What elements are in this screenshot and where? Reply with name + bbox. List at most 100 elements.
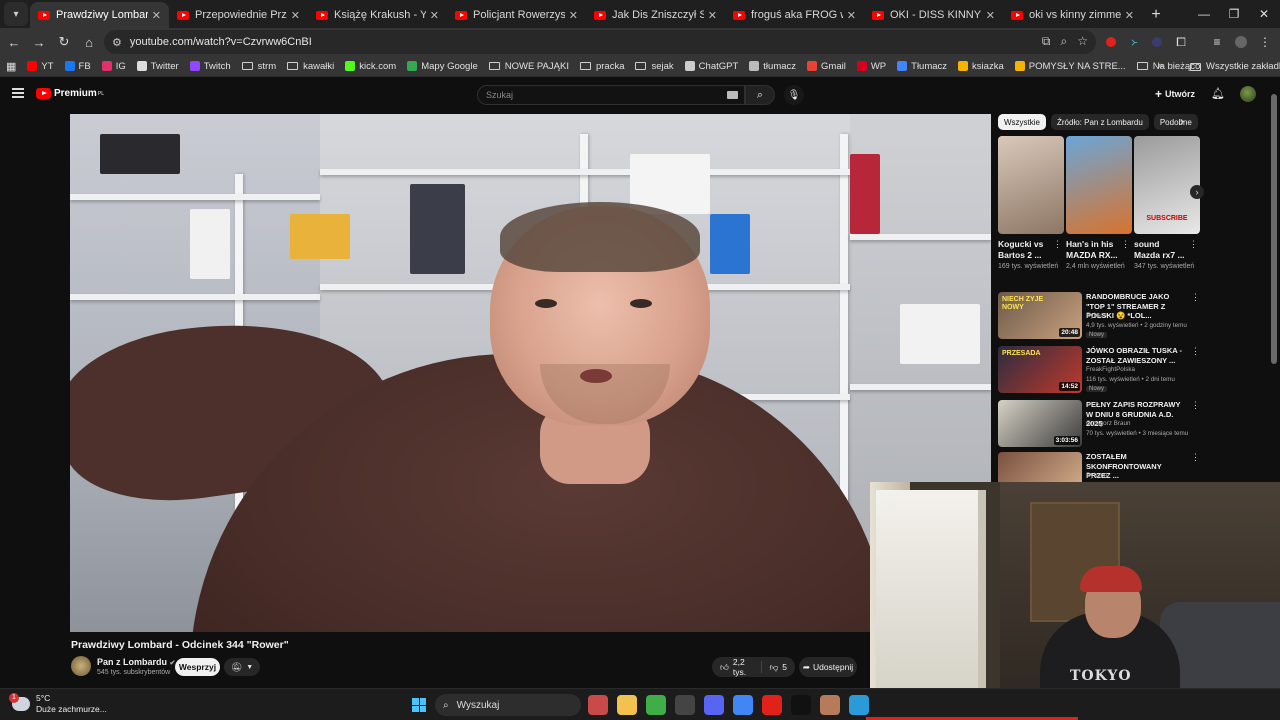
all-bookmarks-folder[interactable]: Wszystkie zakładki: [1190, 61, 1280, 72]
account-avatar[interactable]: [1240, 86, 1256, 102]
tab-close-icon[interactable]: ✕: [1125, 9, 1134, 22]
reload-icon[interactable]: ↻: [52, 30, 76, 54]
tab-close-icon[interactable]: ✕: [152, 9, 161, 22]
restore-icon[interactable]: ❐: [1218, 0, 1250, 28]
voice-search-button[interactable]: 🎙: [784, 85, 804, 105]
forward-icon[interactable]: →: [27, 30, 51, 54]
tab-5[interactable]: froguś aka FROG wbija się ✕: [725, 2, 864, 28]
more-actions-icon[interactable]: ⋮: [1191, 346, 1200, 357]
tab-search-button[interactable]: ▾: [4, 2, 28, 26]
weather-widget[interactable]: 5°CDuże zachmurze...: [9, 693, 107, 715]
minimize-icon[interactable]: —: [1188, 0, 1220, 28]
new-tab-button[interactable]: +: [1142, 2, 1170, 28]
bookmark-item[interactable]: ksiazka: [958, 61, 1004, 72]
recommended-video[interactable]: PRZESADA 14:52 JÓWKO OBRAZIŁ TUSKA - ZOSTA…: [998, 346, 1248, 396]
record-extension-icon[interactable]: [1100, 30, 1122, 54]
short-thumbnail[interactable]: SUBSCRIBE: [1134, 136, 1200, 234]
capcut-icon[interactable]: [791, 695, 811, 715]
tab-1[interactable]: Przepowiednie Prześwira ✕: [169, 2, 308, 28]
video-thumbnail[interactable]: NIECH ZYJE NOWY 20:48: [998, 292, 1082, 339]
tab-close-icon[interactable]: ✕: [986, 9, 995, 22]
guide-menu-icon[interactable]: [12, 88, 24, 98]
tab-close-icon[interactable]: ✕: [291, 9, 300, 22]
more-actions-icon[interactable]: ⋮: [1121, 239, 1130, 250]
channel-name[interactable]: Pan z Lombardu ✔: [97, 657, 175, 667]
install-app-icon[interactable]: ⧉: [1042, 34, 1051, 49]
tab-3[interactable]: Policjant Rowerzysta, któr ✕: [447, 2, 586, 28]
tab-close-icon[interactable]: ✕: [569, 9, 578, 22]
short-title[interactable]: Han's in his MAZDA RX...: [1066, 239, 1118, 261]
filter-chip[interactable]: Wszystkie: [998, 114, 1046, 130]
bookmark-item[interactable]: kawałki: [287, 61, 334, 72]
tab-4[interactable]: Jak Dis Zniszczył Swoją Ka ✕: [586, 2, 725, 28]
channel-avatar[interactable]: [71, 656, 91, 676]
bookmark-item[interactable]: YT: [27, 61, 54, 72]
extension-icon[interactable]: ᚛: [1123, 30, 1145, 54]
bookmark-item[interactable]: POMYSŁY NA STRE...: [1014, 61, 1126, 72]
scrollbar[interactable]: [1271, 94, 1277, 364]
windows-start-icon[interactable]: [412, 698, 426, 712]
tab-7[interactable]: oki vs kinny zimmer - You ✕: [1003, 2, 1142, 28]
tab-close-icon[interactable]: ✕: [708, 9, 717, 22]
short-thumbnail[interactable]: [998, 136, 1064, 234]
bookmark-item[interactable]: WP: [856, 61, 886, 72]
recommended-video[interactable]: NIECH ZYJE NOWY 20:48 RANDOMBRUCE JAKO "TO…: [998, 292, 1248, 342]
vpn-shield-icon[interactable]: [646, 695, 666, 715]
address-bar[interactable]: ⚙ youtube.com/watch?v=Czvrww6CnBI ⧉ ⌕ ☆: [104, 30, 1096, 54]
file-explorer-icon[interactable]: [617, 695, 637, 715]
bookmark-item[interactable]: IG: [101, 61, 126, 72]
close-window-icon[interactable]: ✕: [1248, 0, 1280, 28]
chatgpt-app-icon[interactable]: [675, 695, 695, 715]
bookmark-item[interactable]: ▦: [6, 60, 16, 73]
bookmark-item[interactable]: tłumacz: [749, 61, 796, 72]
profile-icon[interactable]: [1230, 30, 1252, 54]
video-thumbnail[interactable]: 3:03:56: [998, 400, 1082, 447]
more-bookmarks-icon[interactable]: »: [1158, 60, 1163, 70]
bookmark-item[interactable]: Mapy Google: [407, 61, 478, 72]
bookmark-item[interactable]: Tłumacz: [897, 61, 947, 72]
bookmark-star-icon[interactable]: ☆: [1077, 34, 1088, 49]
bookmark-item[interactable]: kick.com: [345, 61, 396, 72]
more-actions-icon[interactable]: ⋮: [1191, 292, 1200, 303]
search-input[interactable]: Szukaj: [477, 85, 745, 105]
search-button[interactable]: ⌕: [745, 85, 775, 105]
support-button[interactable]: Wesprzyj: [175, 658, 220, 676]
video-player[interactable]: [70, 114, 991, 632]
bookmark-item[interactable]: Twitch: [189, 61, 231, 72]
short-thumbnail[interactable]: [1066, 136, 1132, 234]
youtube-premium-logo[interactable]: Premium PL: [36, 88, 104, 99]
browser-menu-icon[interactable]: ⋮: [1254, 30, 1276, 54]
recommended-video[interactable]: 3:03:56 PEŁNY ZAPIS ROZPRAWY W DNIU 8 GRU…: [998, 400, 1248, 450]
photo-app-icon[interactable]: [588, 695, 608, 715]
photos-icon[interactable]: [820, 695, 840, 715]
bookmark-item[interactable]: strm: [241, 61, 276, 72]
short-title[interactable]: Kogucki vs Bartos 2 ...: [998, 239, 1050, 261]
discord-icon[interactable]: [704, 695, 724, 715]
keyboard-icon[interactable]: [727, 91, 738, 99]
bookmark-item[interactable]: pracka: [579, 61, 624, 72]
tab-2[interactable]: Książę Krakush - YouTube ✕: [308, 2, 447, 28]
extensions-puzzle-icon[interactable]: ⧠: [1170, 30, 1192, 54]
notifications-icon[interactable]: 🔔︎: [1211, 87, 1225, 100]
more-actions-icon[interactable]: ⋮: [1053, 239, 1062, 250]
bookmark-item[interactable]: ChatGPT: [684, 61, 738, 72]
tab-close-icon[interactable]: ✕: [430, 9, 439, 22]
extension-2-icon[interactable]: [1146, 30, 1168, 54]
tab-6[interactable]: OKI - DISS KINNY ZIMME ✕: [864, 2, 1003, 28]
home-icon[interactable]: ⌂: [77, 30, 101, 54]
more-actions-icon[interactable]: ⋮: [1191, 452, 1200, 463]
bookmark-item[interactable]: FB: [64, 61, 91, 72]
bookmark-item[interactable]: Twitter: [136, 61, 179, 72]
create-button[interactable]: + Utwórz: [1155, 87, 1195, 101]
share-button[interactable]: ➦ Udostępnij: [799, 657, 857, 677]
like-button[interactable]: 👍︎ 2,2 tys.: [712, 657, 762, 677]
opera-icon[interactable]: [762, 695, 782, 715]
bookmark-item[interactable]: NOWE PAJĄKI: [488, 61, 569, 72]
filter-chip[interactable]: Źródło: Pan z Lombardu: [1051, 114, 1149, 130]
chrome-icon[interactable]: [733, 695, 753, 715]
taskbar-search[interactable]: ⌕ Wyszukaj: [435, 694, 581, 716]
notes-app-icon[interactable]: [849, 695, 869, 715]
video-thumbnail[interactable]: PRZESADA 14:52: [998, 346, 1082, 393]
tab-0[interactable]: Prawdziwy Lombard - Od ✕: [30, 2, 169, 28]
shorts-next-icon[interactable]: ›: [1190, 185, 1204, 199]
